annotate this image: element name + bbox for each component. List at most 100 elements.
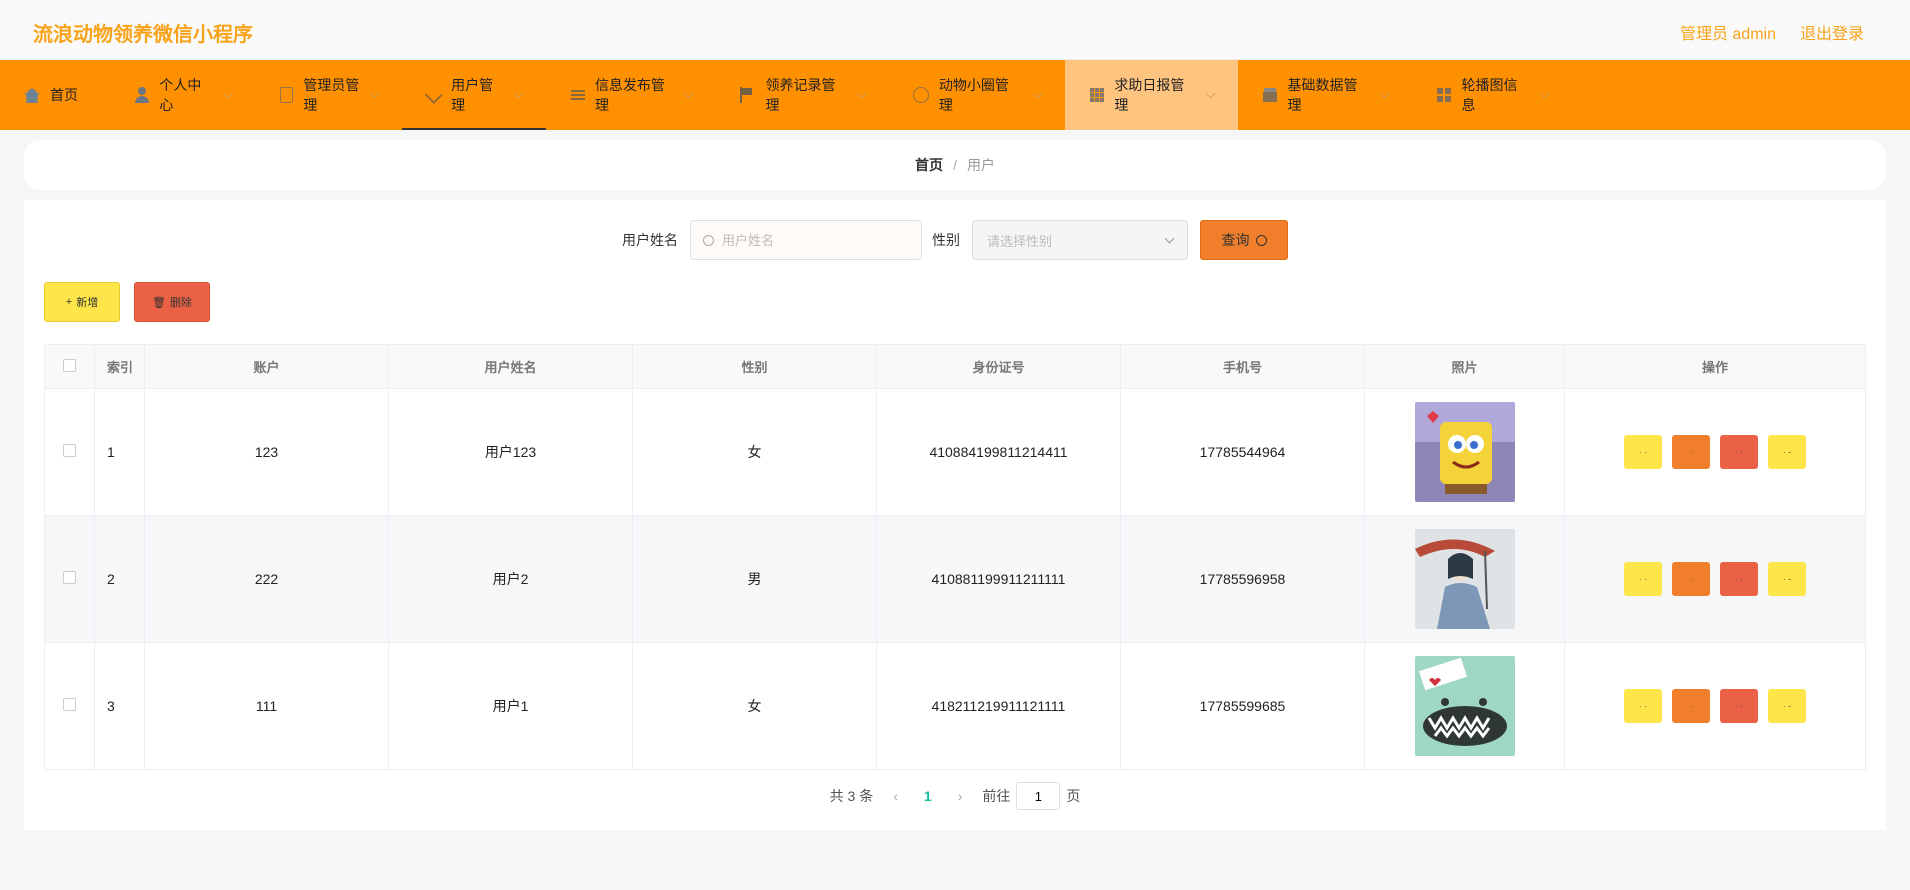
page-suffix: 页 — [1066, 788, 1081, 804]
delete-button[interactable]: 🗑 删除 — [134, 282, 210, 322]
nav-item-label: 管理员管理 — [303, 77, 360, 113]
cell-account: 111 — [144, 642, 389, 770]
page-number[interactable]: 1 — [918, 788, 938, 804]
nav-item-carousel[interactable]: 轮播图信息 — [1412, 60, 1572, 130]
gender-select[interactable]: 请选择性别 — [972, 220, 1188, 260]
nav-item-basic-data[interactable]: 基础数据管理 — [1238, 60, 1412, 130]
shop-icon — [1262, 87, 1278, 103]
nav-item-label: 信息发布管理 — [594, 77, 665, 113]
search-icon — [1255, 234, 1267, 246]
delete-row-button[interactable]: · · — [1720, 562, 1758, 596]
cell-index: 2 — [94, 515, 145, 643]
cell-phone: 17785544964 — [1120, 388, 1365, 516]
nav-item-users[interactable]: 用户管理 — [402, 60, 546, 130]
cell-gender: 男 — [632, 515, 877, 643]
apps-icon — [1436, 87, 1451, 103]
nav-item-label: 用户管理 — [451, 77, 494, 113]
row-checkbox[interactable] — [63, 571, 76, 584]
edit-button[interactable]: · — [1672, 562, 1710, 596]
nav-item-adoption[interactable]: 领养记录管理 — [716, 60, 889, 130]
row-checkbox[interactable] — [63, 698, 76, 711]
row-select-cell — [44, 515, 95, 643]
row-checkbox[interactable] — [63, 444, 76, 457]
chevron-down-icon — [1164, 233, 1175, 243]
view-button[interactable]: · · — [1624, 435, 1662, 469]
goto-label: 前往 — [982, 788, 1011, 804]
user-photo[interactable] — [1414, 656, 1515, 756]
breadcrumb-current: 用户 — [966, 157, 995, 173]
select-all-checkbox[interactable] — [63, 358, 76, 372]
search-bar: 用户姓名 性别 请选择性别 查询 — [24, 220, 1886, 260]
goto-page-input[interactable] — [1016, 782, 1061, 810]
col-header[interactable]: 身份证号 — [876, 344, 1121, 389]
query-button[interactable]: 查询 — [1200, 220, 1288, 260]
reset-button[interactable]: · - — [1768, 562, 1806, 596]
nav-item-label: 领养记录管理 — [765, 77, 836, 113]
chevron-down-icon — [223, 88, 234, 98]
cell-account: 123 — [144, 388, 389, 516]
chevron-down-icon — [1539, 88, 1550, 98]
chevron-down-icon — [1379, 88, 1390, 98]
reset-button[interactable]: · - — [1768, 435, 1806, 469]
prev-page-icon[interactable]: ‹ — [887, 788, 904, 804]
delete-row-button[interactable]: · · — [1720, 435, 1758, 469]
name-search-label: 用户姓名 — [622, 232, 678, 248]
table-header-row: 索引 账户 用户姓名 性别 身份证号 手机号 照片 操作 — [44, 344, 1866, 389]
nav-item-info[interactable]: 信息发布管理 — [546, 60, 716, 130]
nav-item-help[interactable]: 求助日报管理 — [1065, 60, 1238, 130]
pagination-total: 共 3 条 — [829, 788, 874, 804]
nav-item-circle[interactable]: 动物小圈管理 — [889, 60, 1065, 130]
delete-row-button[interactable]: · · — [1720, 689, 1758, 723]
cell-id-number: 410881199911211111 — [876, 515, 1121, 643]
logout-link[interactable]: 退出登录 — [1800, 20, 1864, 44]
name-search-field[interactable] — [690, 220, 922, 260]
query-button-label: 查询 — [1221, 232, 1250, 248]
action-toolbar: + 新增 🗑 删除 — [44, 282, 210, 322]
col-header[interactable]: 性别 — [632, 344, 877, 389]
add-button[interactable]: + 新增 — [44, 282, 120, 322]
cell-photo — [1364, 642, 1565, 770]
chevron-down-icon — [683, 88, 694, 98]
breadcrumb-home[interactable]: 首页 — [915, 155, 943, 175]
row-select-cell — [44, 388, 95, 516]
cell-gender: 女 — [632, 642, 877, 770]
cell-gender: 女 — [632, 388, 877, 516]
nav-item-label: 个人中心 — [159, 77, 202, 113]
col-header[interactable]: 手机号 — [1120, 344, 1365, 389]
cell-id-number: 410884199811214411 — [876, 388, 1121, 516]
name-search-input[interactable] — [722, 232, 902, 248]
cell-photo — [1364, 515, 1565, 643]
gender-select-placeholder: 请选择性别 — [987, 233, 1053, 249]
next-page-icon[interactable]: › — [952, 788, 969, 804]
grid-icon — [1089, 87, 1105, 103]
chevron-down-icon — [1032, 88, 1043, 98]
nav-item-home[interactable]: 首页 — [0, 60, 110, 130]
admin-label[interactable]: 管理员 admin — [1680, 20, 1776, 44]
col-header[interactable]: 用户姓名 — [388, 344, 633, 389]
view-button[interactable]: · · — [1624, 562, 1662, 596]
cell-phone: 17785596958 — [1120, 515, 1365, 643]
trash-icon: 🗑 — [152, 296, 166, 309]
breadcrumb: 首页 / 用户 — [24, 140, 1886, 190]
flag-icon — [740, 87, 755, 103]
home-icon — [24, 87, 40, 103]
user-photo[interactable] — [1414, 529, 1515, 629]
edit-button[interactable]: · — [1672, 435, 1710, 469]
nav-item-label: 轮播图信息 — [1461, 77, 1518, 113]
cell-photo — [1364, 388, 1565, 516]
reset-button[interactable]: · - — [1768, 689, 1806, 723]
nav-item-profile[interactable]: 个人中心 — [110, 60, 256, 130]
send-icon — [424, 86, 443, 104]
table-row: 3 111 用户1 女 418211219911121111 177855996… — [44, 642, 1866, 770]
nav-item-label: 基础数据管理 — [1287, 77, 1358, 113]
search-icon — [703, 234, 714, 246]
nav-item-admin[interactable]: 管理员管理 — [256, 60, 402, 130]
edit-button[interactable]: · — [1672, 689, 1710, 723]
row-select-cell — [44, 642, 95, 770]
col-header[interactable]: 账户 — [144, 344, 389, 389]
user-photo[interactable] — [1414, 402, 1515, 502]
top-header: 流浪动物领养微信小程序 管理员 admin 退出登录 — [0, 0, 1910, 60]
cell-name: 用户1 — [388, 642, 633, 770]
chevron-down-icon — [513, 88, 524, 98]
view-button[interactable]: · · — [1624, 689, 1662, 723]
